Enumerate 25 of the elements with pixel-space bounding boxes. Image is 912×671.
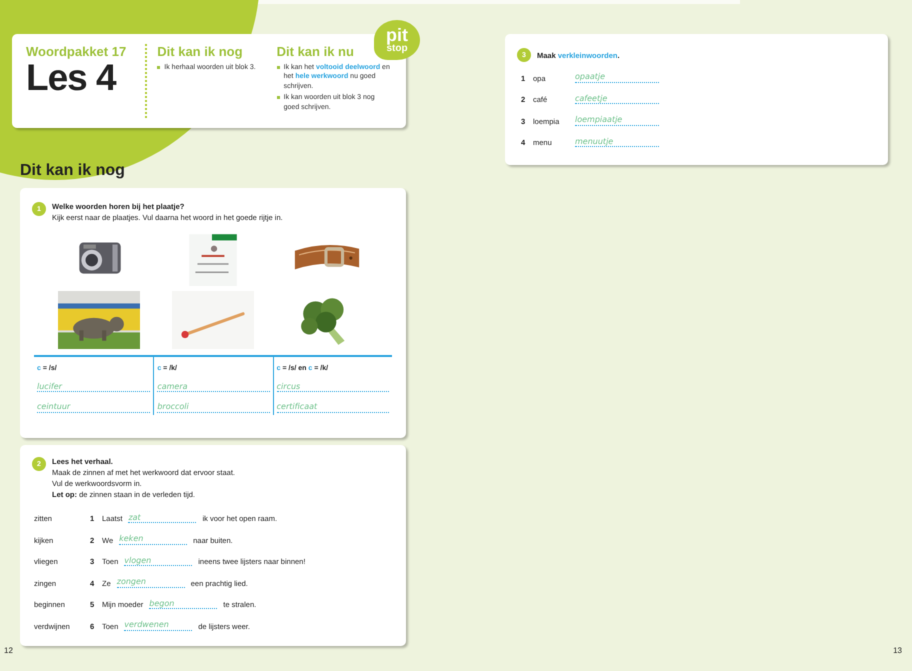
answer-field[interactable]: certificaat [276,402,389,413]
answer-field[interactable]: keken [119,534,188,545]
lesson-title: Les 4 [26,59,118,98]
answer-field[interactable]: zat [128,512,196,524]
bullet-icon [157,66,160,69]
answer-field[interactable]: circus [276,382,389,392]
answer-field[interactable]: broccoli [157,402,270,413]
answer-field[interactable]: opaatje [575,72,659,83]
bullet-icon [276,96,280,100]
pit-stop-badge: pit stop [374,20,420,60]
answer-field[interactable]: loempiaatje [575,115,659,126]
goals-title: Dit kan ik nog [157,44,244,59]
answer-field[interactable]: zongen [116,577,185,588]
answer-field[interactable]: menuutje [575,136,659,148]
answer-field[interactable]: verdwenen [124,620,192,632]
answer-field[interactable]: ceintuur [37,402,150,413]
answer-field[interactable]: vlogen [124,556,192,566]
series-label: Woordpakket 17 [26,44,128,59]
answer-field[interactable]: camera [157,382,270,392]
answer-field[interactable]: begon [149,598,218,610]
answer-field[interactable]: lucifer [37,382,150,392]
page-number: 13 [893,646,902,655]
bullet-icon [276,66,280,69]
answer-field[interactable]: cafeetje [575,94,659,104]
page-number: 12 [3,646,14,655]
